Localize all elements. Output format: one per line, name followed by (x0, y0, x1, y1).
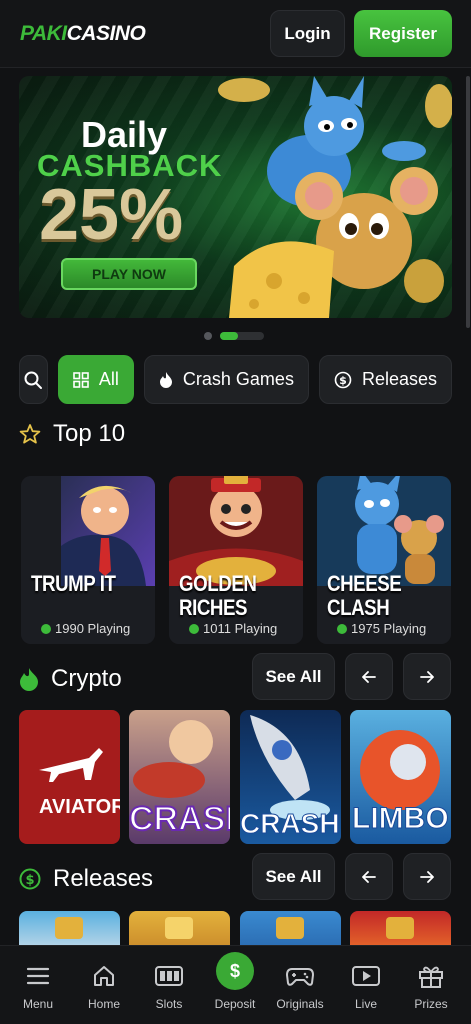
filter-all-label: All (98, 369, 119, 389)
flame-icon (20, 668, 38, 691)
top10-title: Top 10 (53, 420, 126, 447)
arrow-left-icon (362, 870, 376, 883)
crypto-tile-crash-rocket[interactable]: CRASH (240, 710, 341, 844)
carousel-dot-active[interactable] (220, 332, 264, 340)
filter-crash-games-label: Crash Games (182, 369, 294, 389)
login-button[interactable]: Login (270, 10, 345, 57)
register-button[interactable]: Register (354, 10, 452, 57)
dollar-circle-icon: $ (334, 371, 352, 388)
game-title: GOLDEN RICHES (179, 571, 257, 620)
nav-label: Menu (22, 997, 54, 1011)
game-title: CHEESE CLASH (327, 571, 402, 620)
game-card-trump-it[interactable]: TRUMP IT 1990 Playing (21, 476, 155, 644)
home-icon (92, 962, 116, 990)
releases-prev-button[interactable] (345, 853, 393, 900)
nav-deposit[interactable]: $ Deposit (202, 946, 268, 1024)
crypto-see-all-button[interactable]: See All (252, 653, 335, 700)
logo-part-1: PAKI (20, 22, 67, 45)
players-count: 1975 Playing (337, 621, 426, 636)
online-dot-icon (337, 623, 347, 634)
category-filter-bar: All Crash Games $ Releases (19, 355, 452, 404)
nav-slots[interactable]: Slots (136, 946, 202, 1024)
search-icon (24, 371, 43, 389)
releases-next-button[interactable] (403, 853, 451, 900)
banner-illustration (218, 76, 452, 318)
game-card-golden-riches[interactable]: GOLDEN RICHES 1011 Playing (169, 476, 303, 644)
releases-see-all-button[interactable]: See All (252, 853, 335, 900)
grid-icon (73, 371, 89, 388)
top10-heading: Top 10 (19, 420, 125, 448)
dollar-icon: $ (216, 952, 254, 990)
nav-originals[interactable]: Originals (267, 946, 333, 1024)
play-icon (352, 962, 380, 990)
carousel-indicator (204, 332, 264, 340)
nav-label: Slots (155, 997, 183, 1011)
arrow-right-icon (420, 670, 434, 683)
crypto-prev-button[interactable] (345, 653, 393, 700)
scrollbar[interactable] (466, 76, 470, 328)
releases-title: Releases (53, 865, 154, 892)
arrow-left-icon (362, 670, 376, 683)
dollar-circle-icon: $ (19, 868, 41, 890)
online-dot-icon (41, 623, 51, 634)
game-title: TRUMP IT (31, 571, 116, 596)
arrow-right-icon (420, 870, 434, 883)
slots-icon (155, 962, 183, 990)
carousel-dot[interactable] (204, 332, 212, 340)
nav-home[interactable]: Home (71, 946, 137, 1024)
releases-heading: $ Releases (19, 865, 153, 893)
svg-text:$: $ (25, 873, 34, 888)
gamepad-icon (286, 962, 314, 990)
crypto-tile-aviator[interactable]: AVIATOR (19, 710, 120, 844)
crypto-heading: Crypto (19, 665, 122, 693)
svg-text:$: $ (339, 374, 347, 387)
brand-logo[interactable]: PAKICASINO (20, 22, 146, 46)
nav-label: Deposit (214, 997, 256, 1011)
nav-label: Live (354, 997, 377, 1011)
tile-label: LIMBO (352, 802, 450, 836)
game-art (21, 476, 155, 644)
nav-menu[interactable]: Menu (5, 946, 71, 1024)
crypto-title: Crypto (51, 665, 122, 692)
bottom-navigation: Menu Home Slots $ Deposit Originals Live… (0, 945, 471, 1024)
crypto-tile-crash[interactable]: CRASH (129, 710, 230, 844)
search-button[interactable] (19, 355, 48, 404)
nav-label: Prizes (414, 997, 448, 1011)
crypto-next-button[interactable] (403, 653, 451, 700)
nav-prizes[interactable]: Prizes (398, 946, 464, 1024)
players-count: 1011 Playing (189, 621, 277, 636)
star-icon (19, 424, 41, 444)
hamburger-icon (26, 962, 50, 990)
tile-label: CRASH (129, 799, 230, 839)
nav-live[interactable]: Live (333, 946, 399, 1024)
logo-part-2: CASINO (66, 22, 146, 45)
nav-label: Originals (276, 997, 324, 1011)
banner-percent: 25% (39, 175, 184, 255)
filter-releases[interactable]: $ Releases (318, 355, 452, 404)
tile-label: AVIATOR (39, 796, 120, 818)
players-count: 1990 Playing (41, 621, 130, 636)
crypto-tile-limbo[interactable]: LIMBO (350, 710, 451, 844)
top-header: PAKICASINO Login Register (0, 0, 471, 68)
tile-label: CRASH (240, 808, 340, 840)
gift-icon (418, 962, 444, 990)
promo-banner[interactable]: Daily CASHBACK 25% PLAY NOW (19, 76, 452, 318)
filter-releases-label: Releases (361, 369, 437, 389)
online-dot-icon (189, 623, 199, 634)
flame-icon (159, 371, 172, 388)
nav-label: Home (87, 997, 120, 1011)
filter-crash-games[interactable]: Crash Games (143, 355, 309, 404)
play-now-button[interactable]: PLAY NOW (61, 258, 197, 290)
filter-all[interactable]: All (57, 355, 134, 404)
game-card-cheese-clash[interactable]: CHEESE CLASH 1975 Playing (317, 476, 451, 644)
plane-icon (39, 748, 103, 782)
